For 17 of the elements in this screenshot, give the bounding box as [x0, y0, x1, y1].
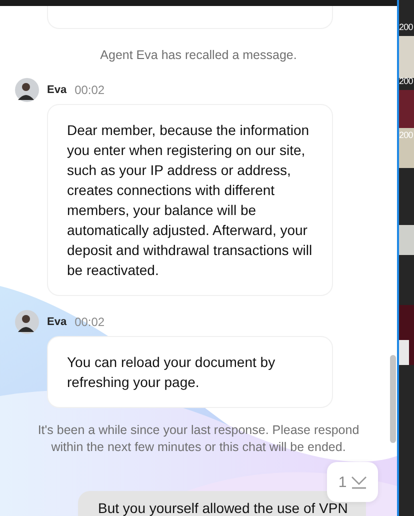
message-bubble: Dear member, because the information you enter when registering on our site, such as your IP address or address, creates connections with different members, your balance will be automatically adjusted. Afterward, your deposit and withdrawal transactions will be reactivated. [47, 104, 333, 296]
scrollbar[interactable] [390, 355, 396, 443]
thumbnail-label: 200 [399, 130, 413, 140]
chevron-down-icon [350, 475, 367, 489]
sender-name: Eva [47, 84, 67, 96]
system-message: Agent Eva has recalled a message. [99, 47, 298, 64]
thumbnail-label: 200 [399, 22, 413, 32]
thumbnail-label: 200 [399, 76, 413, 86]
message-time: 00:02 [74, 83, 105, 97]
sender-name: Eva [47, 316, 67, 328]
avatar [15, 310, 39, 334]
avatar [15, 78, 39, 102]
system-message: It's been a while since your last response. Please respond within the next few minutes or this chat will be ended. [36, 422, 360, 456]
message-time: 00:02 [74, 315, 105, 329]
message-bubble: You can reload your document by refreshing your page. [47, 336, 333, 408]
new-messages-button[interactable]: 1 [327, 462, 378, 502]
user-message-bubble: But you yourself allowed the use of VPN [78, 491, 366, 516]
